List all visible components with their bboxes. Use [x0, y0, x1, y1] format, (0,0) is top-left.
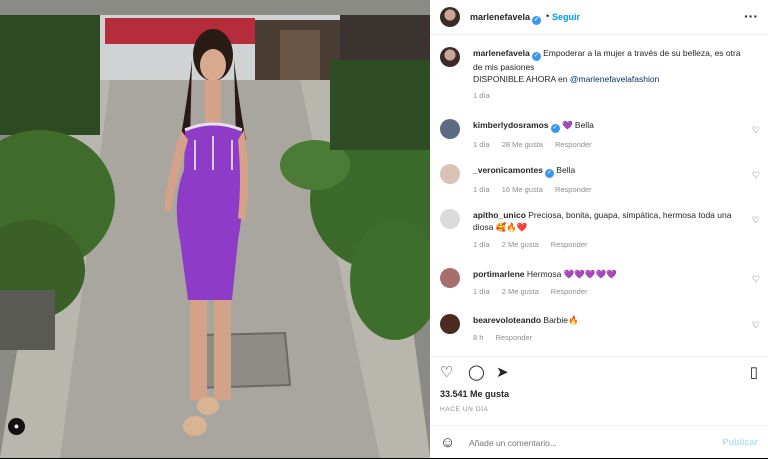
reply-button[interactable]: Responder: [551, 287, 588, 296]
reply-button[interactable]: Responder: [555, 140, 592, 149]
reply-button[interactable]: Responder: [555, 185, 592, 194]
verified-icon: ✓: [531, 52, 541, 61]
like-comment-icon[interactable]: ♡: [752, 320, 760, 331]
comment-text: Bella: [556, 165, 576, 175]
author-username[interactable]: marlenefavela ✓: [470, 12, 542, 25]
verified-icon: ✓: [532, 16, 542, 25]
comment-likes[interactable]: 16 Me gusta: [502, 185, 543, 194]
comment-input[interactable]: [467, 434, 701, 452]
caption-username[interactable]: marlenefavela: [473, 48, 530, 58]
post-photo[interactable]: ●: [0, 0, 430, 458]
author-avatar[interactable]: [440, 47, 460, 67]
reply-button[interactable]: Responder: [495, 333, 532, 342]
comment-username[interactable]: _veronicamontes: [473, 165, 543, 175]
like-comment-icon[interactable]: ♡: [752, 215, 760, 226]
comment-text: Barbie🔥: [543, 315, 579, 325]
post-time[interactable]: HACE UN DÍA: [440, 406, 489, 413]
emoji-icon[interactable]: ☺: [440, 434, 455, 451]
comment-time: 1 día: [473, 140, 490, 149]
caption-time: 1 día: [473, 91, 490, 100]
comment-username[interactable]: apitho_unico: [473, 210, 526, 220]
comment-username[interactable]: kimberlydosramos: [473, 120, 549, 130]
verified-icon: ✓: [550, 124, 560, 133]
add-comment-bar: ☺ Publicar: [430, 425, 768, 459]
comment-time: 1 día: [473, 185, 490, 194]
comment-username[interactable]: portimarlene: [473, 269, 525, 279]
comment-time: 1 día: [473, 287, 490, 296]
comment-time: 1 día: [473, 240, 490, 249]
separator-dot: •: [546, 11, 550, 21]
comment-text: 💜 Bella: [561, 120, 594, 130]
more-options-icon[interactable]: ···: [744, 8, 758, 24]
like-comment-icon[interactable]: ♡: [752, 274, 760, 285]
save-icon[interactable]: ▯: [750, 363, 758, 381]
caption-mention-link[interactable]: @marlenefavelafashion: [570, 74, 659, 84]
likes-count[interactable]: 33.541 Me gusta: [440, 389, 509, 399]
share-icon[interactable]: ➤: [496, 363, 509, 381]
post-image: [0, 0, 430, 458]
comment-text: Hermosa 💜💜💜💜💜: [526, 269, 617, 279]
comment-icon[interactable]: ◯: [468, 363, 485, 381]
commenter-avatar[interactable]: [440, 164, 460, 184]
like-comment-icon[interactable]: ♡: [752, 125, 760, 136]
post-actions: ♡ ◯ ➤ ▯: [430, 356, 768, 387]
comment-likes[interactable]: 28 Me gusta: [502, 140, 543, 149]
instagram-post-modal: ● marlenefavela ✓ • Seguir ··· marlenefav…: [0, 0, 768, 458]
verified-icon: ✓: [544, 169, 554, 178]
user-tag-icon[interactable]: ●: [8, 418, 25, 435]
post-header: marlenefavela ✓ • Seguir ···: [430, 0, 768, 35]
follow-button[interactable]: Seguir: [552, 12, 580, 22]
author-avatar[interactable]: [440, 7, 460, 27]
commenter-avatar[interactable]: [440, 119, 460, 139]
caption-line2: DISPONIBLE AHORA en: [473, 74, 568, 84]
comment-username[interactable]: bearevoloteando: [473, 315, 541, 325]
comment-likes[interactable]: 2 Me gusta: [502, 287, 539, 296]
like-comment-icon[interactable]: ♡: [752, 170, 760, 181]
commenter-avatar[interactable]: [440, 314, 460, 334]
reply-button[interactable]: Responder: [551, 240, 588, 249]
commenter-avatar[interactable]: [440, 268, 460, 288]
post-side-panel: marlenefavela ✓ • Seguir ··· marlenefavel…: [430, 0, 768, 458]
publish-button[interactable]: Publicar: [722, 437, 758, 447]
comment-likes[interactable]: 2 Me gusta: [502, 240, 539, 249]
commenter-avatar[interactable]: [440, 209, 460, 229]
like-icon[interactable]: ♡: [440, 363, 453, 381]
comments-list[interactable]: marlenefavela ✓ Empoderar a la mujer a tr…: [430, 35, 768, 355]
comment-time: 8 h: [473, 333, 484, 342]
